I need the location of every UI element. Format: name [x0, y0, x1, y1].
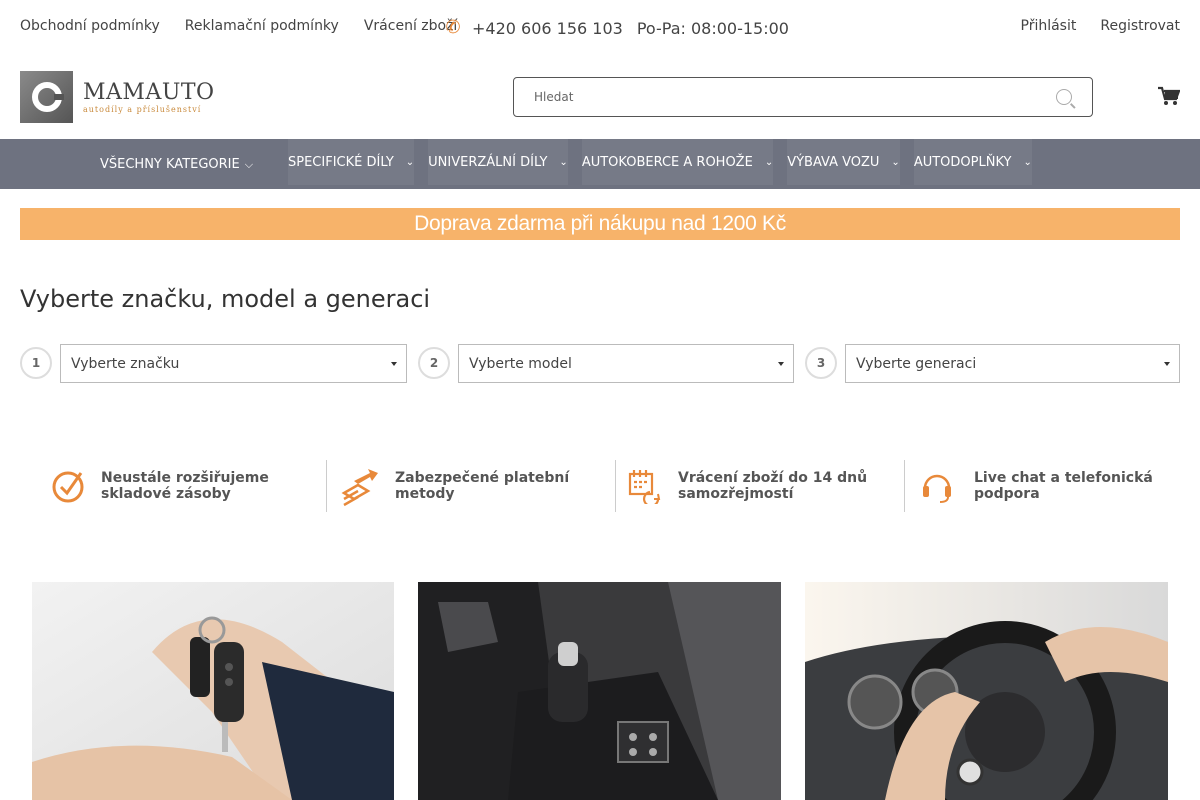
phone-icon: ✆ — [445, 17, 461, 38]
all-categories-label: VŠECHNY KATEGORIE — [100, 157, 240, 172]
step-badge-1: 1 — [20, 347, 52, 379]
feature-support: Live chat a telefonická podpora — [920, 460, 1160, 512]
header: MAMAUTO autodíly a příslušenství — [0, 70, 1200, 126]
nav-item-universal-parts[interactable]: UNIVERZÁLNÍ DÍLY ⌄ — [428, 139, 568, 185]
free-shipping-banner[interactable]: Doprava zdarma při nákupu nad 1200 Kč — [20, 208, 1180, 240]
divider — [904, 460, 905, 512]
search-input[interactable] — [534, 78, 1054, 116]
promo-card-driving[interactable] — [805, 582, 1168, 800]
chevron-down-icon: ⌄ — [559, 156, 568, 168]
nav-item-label: SPECIFICKÉ DÍLY — [288, 154, 394, 170]
feature-payment: Zabezpečené platební metody — [340, 460, 610, 512]
chevron-down-icon: ⌄ — [405, 156, 415, 168]
driving-image — [805, 582, 1168, 800]
terms-link[interactable]: Obchodní podmínky — [20, 18, 160, 34]
logo-gear-icon — [20, 71, 73, 123]
nav-item-car-mats[interactable]: AUTOKOBERCE A ROHOŽE ⌄ — [581, 139, 774, 185]
model-select[interactable]: Vyberte model — [458, 344, 794, 383]
chevron-down-icon: ⌄ — [1023, 156, 1032, 168]
chevron-down-icon: ⌵ — [244, 157, 254, 171]
logo[interactable]: MAMAUTO autodíly a příslušenství — [20, 71, 215, 123]
phone-number[interactable]: +420 606 156 103 — [472, 19, 623, 38]
features-strip: Neustále rozšiřujeme skladové zásoby Zab… — [40, 460, 1160, 512]
check-circle-icon — [52, 471, 84, 503]
calendar-return-icon — [628, 470, 661, 504]
nav-item-label: UNIVERZÁLNÍ DÍLY — [428, 154, 548, 170]
caret-down-icon — [778, 362, 784, 366]
cart-icon[interactable] — [1158, 86, 1180, 106]
auth-links: Přihlásit Registrovat — [997, 18, 1181, 34]
divider — [615, 460, 616, 512]
caret-down-icon — [391, 362, 397, 366]
car-interior-image — [418, 582, 781, 800]
contact-info: ✆ +420 606 156 103 Po-Pa: 08:00-15:00 — [442, 17, 789, 39]
nav-item-car-equipment[interactable]: VÝBAVA VOZU ⌄ — [787, 139, 900, 185]
nav-item-specific-parts[interactable]: SPECIFICKÉ DÍLY ⌄ — [288, 139, 415, 185]
promo-card-interior[interactable] — [418, 582, 781, 800]
chevron-down-icon: ⌄ — [764, 156, 774, 168]
nav-item-car-accessories[interactable]: AUTODOPLŇKY ⌄ — [913, 139, 1032, 185]
step-badge-3: 3 — [805, 347, 837, 379]
main-navigation: VŠECHNY KATEGORIE ⌵ SPECIFICKÉ DÍLY ⌄ UN… — [0, 139, 1200, 189]
login-link[interactable]: Přihlásit — [1021, 18, 1077, 34]
nav-item-label: VÝBAVA VOZU — [787, 154, 880, 170]
search-icon[interactable] — [1056, 89, 1072, 105]
car-keys-image — [32, 582, 394, 800]
feature-text: Neustále rozšiřujeme skladové zásoby — [101, 470, 269, 502]
nav-item-label: AUTOKOBERCE A ROHOŽE — [581, 154, 753, 170]
feature-stock: Neustále rozšiřujeme skladové zásoby — [52, 460, 322, 512]
step-badge-2: 2 — [418, 347, 450, 379]
payment-icon — [341, 469, 378, 507]
opening-hours: Po-Pa: 08:00-15:00 — [636, 18, 789, 38]
model-select-value: Vyberte model — [469, 356, 572, 372]
promo-card-keys[interactable] — [32, 582, 394, 800]
complaints-link[interactable]: Reklamační podmínky — [185, 18, 339, 34]
feature-returns: Vrácení zboží do 14 dnů samozřejmostí — [628, 460, 898, 512]
chevron-down-icon: ⌄ — [891, 156, 900, 168]
feature-text: Live chat a telefonická podpora — [974, 470, 1153, 502]
logo-name: MAMAUTO — [83, 79, 215, 105]
caret-down-icon — [1164, 362, 1170, 366]
divider — [326, 460, 327, 512]
logo-tagline: autodíly a příslušenství — [83, 104, 202, 114]
feature-text: Vrácení zboží do 14 dnů samozřejmostí — [678, 470, 868, 502]
info-links: Obchodní podmínky Reklamační podmínky Vr… — [20, 18, 482, 34]
vehicle-selector-title: Vyberte značku, model a generaci — [20, 285, 431, 313]
top-bar: Obchodní podmínky Reklamační podmínky Vr… — [0, 0, 1200, 56]
search-box — [513, 77, 1093, 117]
brand-select-value: Vyberte značku — [71, 356, 180, 372]
generation-select-value: Vyberte generaci — [856, 356, 977, 372]
feature-text: Zabezpečené platební metody — [395, 470, 570, 502]
nav-item-label: AUTODOPLŇKY — [913, 154, 1012, 170]
headset-icon — [923, 474, 951, 503]
all-categories-button[interactable]: VŠECHNY KATEGORIE ⌵ — [100, 157, 253, 172]
generation-select[interactable]: Vyberte generaci — [845, 344, 1180, 383]
brand-select[interactable]: Vyberte značku — [60, 344, 407, 383]
register-link[interactable]: Registrovat — [1100, 18, 1180, 34]
